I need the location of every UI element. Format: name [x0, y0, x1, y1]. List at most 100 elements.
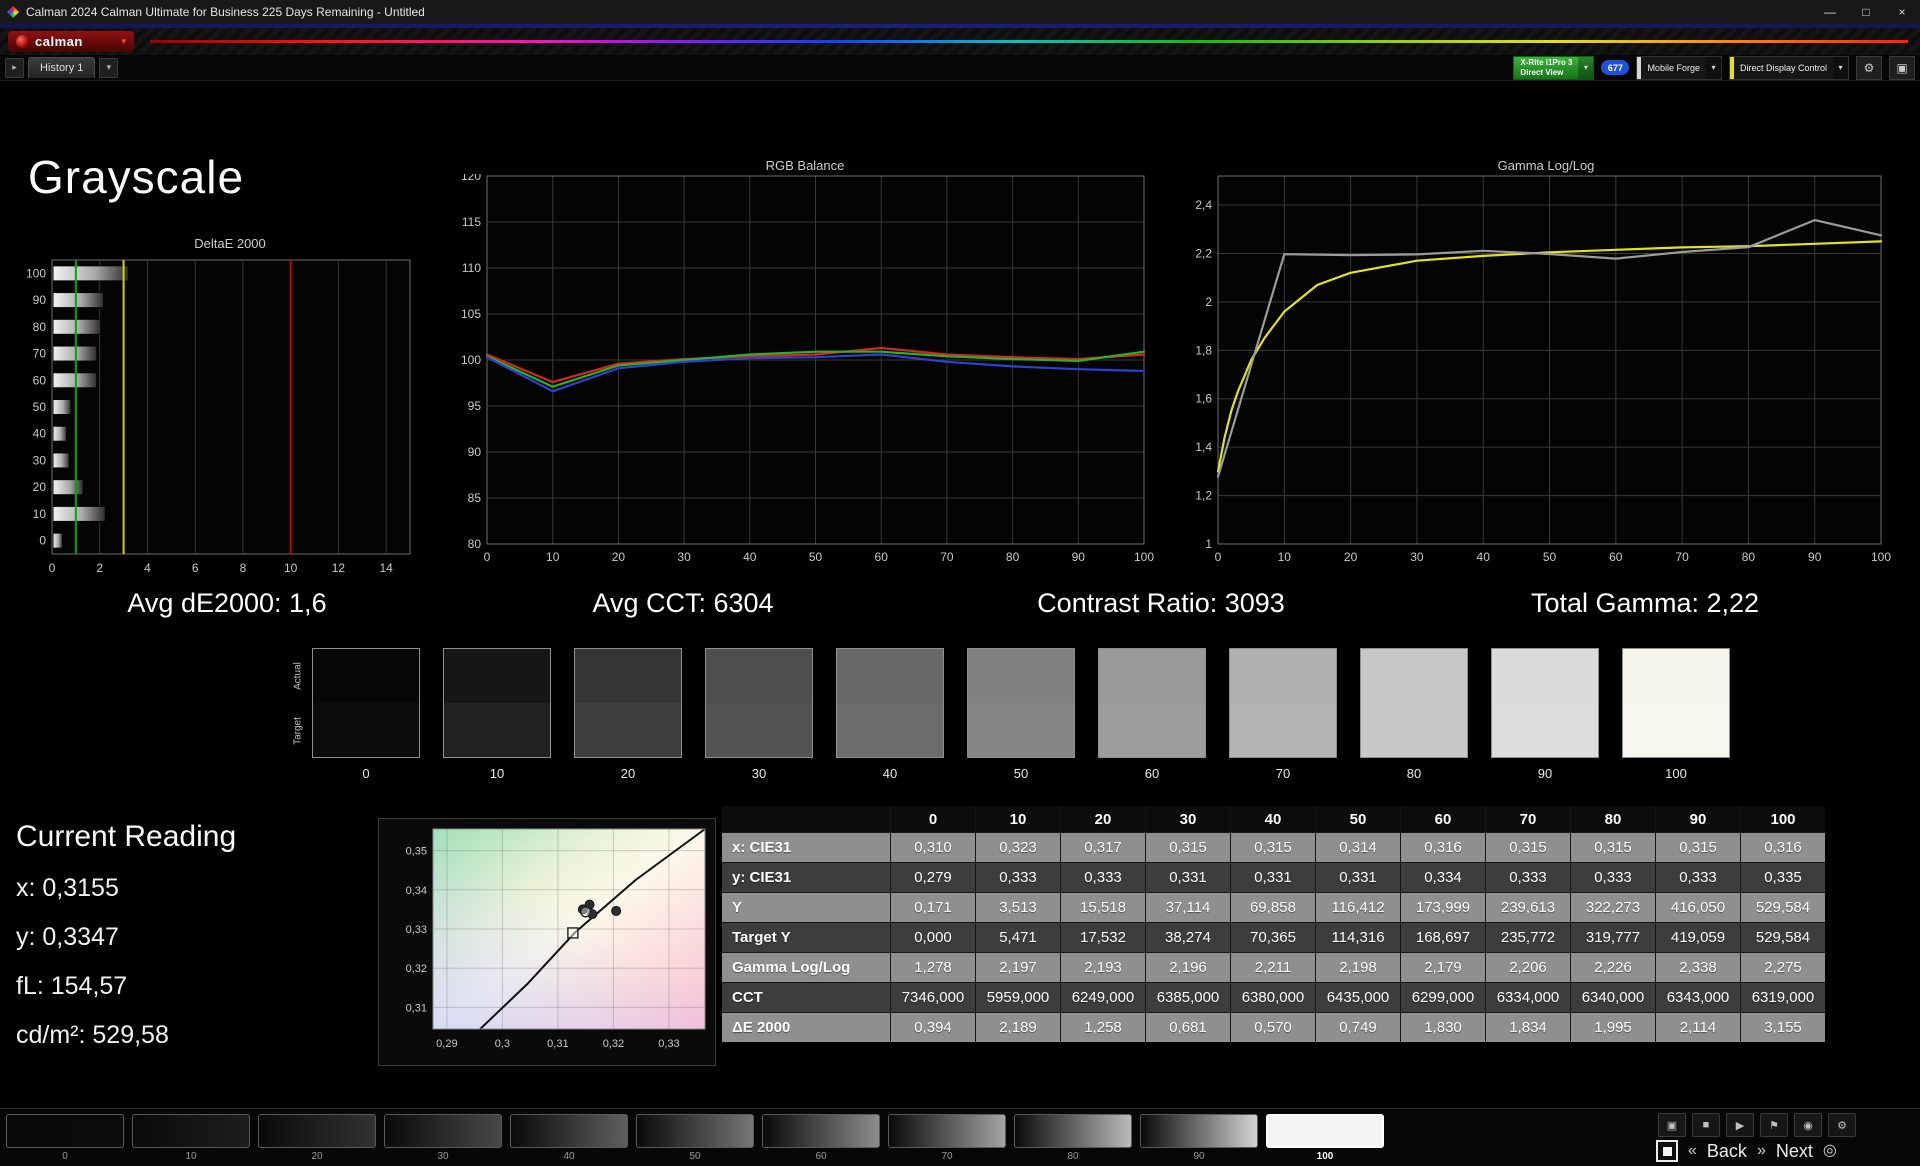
settings-gear-button[interactable]: ⚙	[1856, 55, 1882, 80]
pattern-level-button[interactable]	[6, 1114, 124, 1148]
pattern-level-button[interactable]	[384, 1114, 502, 1148]
play-icon[interactable]: ▶	[1726, 1113, 1754, 1137]
table-cell: 1,995	[1571, 1013, 1655, 1042]
table-cell: 0,333	[1656, 863, 1740, 892]
svg-text:0,35: 0,35	[406, 846, 427, 858]
svg-text:80: 80	[33, 320, 47, 334]
minimize-button[interactable]: —	[1812, 0, 1848, 24]
svg-text:110: 110	[462, 261, 481, 275]
table-cell: 2,206	[1486, 953, 1570, 982]
camera-icon[interactable]: ◉	[1794, 1113, 1822, 1137]
table-header-cell: 30	[1146, 806, 1230, 832]
svg-text:60: 60	[33, 373, 47, 387]
swatch-row-label-actual: Actual	[292, 662, 304, 690]
svg-text:80: 80	[468, 537, 482, 551]
swatch-level-label: 50	[1013, 766, 1029, 781]
swatch-level-label: 100	[1665, 766, 1687, 781]
swatch-target	[444, 703, 550, 757]
swatch-actual	[1492, 649, 1598, 703]
table-cell: 0,333	[976, 863, 1060, 892]
grayscale-swatch: 80	[1360, 648, 1468, 781]
swatch-square	[574, 648, 682, 758]
pattern-level-button[interactable]	[1014, 1114, 1132, 1148]
svg-text:80: 80	[1006, 550, 1020, 564]
gear-icon[interactable]: ⚙	[1828, 1113, 1856, 1137]
close-button[interactable]: ×	[1884, 0, 1920, 24]
pattern-level-item: 40	[510, 1114, 628, 1162]
layers-icon[interactable]: ▣	[1658, 1113, 1686, 1137]
svg-text:0,31: 0,31	[406, 1002, 427, 1014]
pattern-level-button[interactable]	[510, 1114, 628, 1148]
pattern-level-label: 50	[689, 1151, 701, 1162]
table-cell: 2,211	[1231, 953, 1315, 982]
calman-menu-button[interactable]: calman ▾	[8, 31, 134, 52]
swatch-level-label: 40	[882, 766, 898, 781]
table-row-label: ΔE 2000	[722, 1013, 890, 1042]
stop-icon[interactable]: ■	[1692, 1113, 1720, 1137]
pattern-level-item: 70	[888, 1114, 1006, 1162]
display-control-dropdown[interactable]: Direct Display Control ▾	[1728, 55, 1849, 80]
table-cell: 2,197	[976, 953, 1060, 982]
page-title: Grayscale	[28, 151, 245, 203]
source-dropdown[interactable]: Mobile Forge ▾	[1636, 55, 1722, 80]
swatch-actual	[706, 649, 812, 703]
table-cell: 0,317	[1061, 833, 1145, 862]
back-button[interactable]: Back	[1707, 1141, 1747, 1162]
flag-icon[interactable]: ⚑	[1760, 1113, 1788, 1137]
pattern-level-label: 0	[62, 1151, 68, 1162]
pattern-level-button[interactable]	[636, 1114, 754, 1148]
pattern-level-button[interactable]	[258, 1114, 376, 1148]
history-tab[interactable]: History 1	[28, 57, 96, 78]
pattern-level-button[interactable]	[888, 1114, 1006, 1148]
next-icon[interactable]: »	[1757, 1143, 1766, 1159]
pattern-level-button[interactable]	[1266, 1114, 1384, 1148]
table-cell: 15,518	[1061, 893, 1145, 922]
table-header-cell: 20	[1061, 806, 1145, 832]
pattern-level-button[interactable]	[762, 1114, 880, 1148]
table-cell: 2,226	[1571, 953, 1655, 982]
deltae-chart: DeltaE 2000 0 2 4 6 8 10 12 14 100 90 80 70 60 50 40 30…	[20, 236, 440, 576]
table-header-cell: 40	[1231, 806, 1315, 832]
pattern-window-button[interactable]	[1656, 1140, 1678, 1162]
gamma-chart-title: Gamma Log/Log	[1497, 158, 1595, 173]
table-cell: 0,314	[1316, 833, 1400, 862]
table-cell: 1,834	[1486, 1013, 1570, 1042]
meter-line1: X-Rite i1Pro 3	[1520, 58, 1573, 68]
table-cell: 2,193	[1061, 953, 1145, 982]
table-corner-cell	[722, 806, 890, 832]
panel-toggle-button[interactable]: ▸	[5, 57, 24, 78]
svg-text:0,31: 0,31	[547, 1038, 568, 1050]
table-cell: 1,278	[891, 953, 975, 982]
svg-text:120: 120	[461, 174, 481, 183]
pattern-level-button[interactable]	[132, 1114, 250, 1148]
stat-avg-cct: Avg CCT: 6304	[592, 588, 774, 618]
next-button[interactable]: Next	[1776, 1141, 1813, 1162]
table-cell: 235,772	[1486, 923, 1570, 952]
back-icon[interactable]: «	[1688, 1143, 1697, 1159]
target-icon[interactable]: ◎	[1823, 1143, 1837, 1159]
table-cell: 0,315	[1146, 833, 1230, 862]
grayscale-swatch: 0	[312, 648, 420, 781]
table-cell: 0,323	[976, 833, 1060, 862]
meter-count-badge: 677	[1601, 60, 1630, 75]
swatch-level-label: 70	[1275, 766, 1291, 781]
spectrum-bar	[150, 40, 1908, 43]
tab-menu-button[interactable]: ▾	[99, 57, 119, 78]
grayscale-swatch: 50	[967, 648, 1075, 781]
table-cell: 0,331	[1316, 863, 1400, 892]
svg-text:12: 12	[332, 561, 346, 575]
table-row-label: Target Y	[722, 923, 890, 952]
meter-line2: Direct View	[1520, 67, 1564, 77]
swatch-target	[313, 703, 419, 757]
maximize-button[interactable]: □	[1848, 0, 1884, 24]
svg-text:50: 50	[33, 400, 47, 414]
svg-text:2: 2	[1205, 295, 1212, 309]
workspace-button[interactable]: ▣	[1889, 55, 1915, 80]
svg-text:14: 14	[379, 561, 393, 575]
table-cell: 0,315	[1571, 833, 1655, 862]
svg-text:105: 105	[461, 307, 481, 321]
pattern-level-button[interactable]	[1140, 1114, 1258, 1148]
meter-dropdown[interactable]: X-Rite i1Pro 3 Direct View ▾	[1513, 55, 1595, 80]
table-cell: 2,338	[1656, 953, 1740, 982]
cie-chart: 0,29 0,3 0,31 0,32 0,33 0,31 0,32 0,33 0,34 0,35	[378, 818, 716, 1066]
